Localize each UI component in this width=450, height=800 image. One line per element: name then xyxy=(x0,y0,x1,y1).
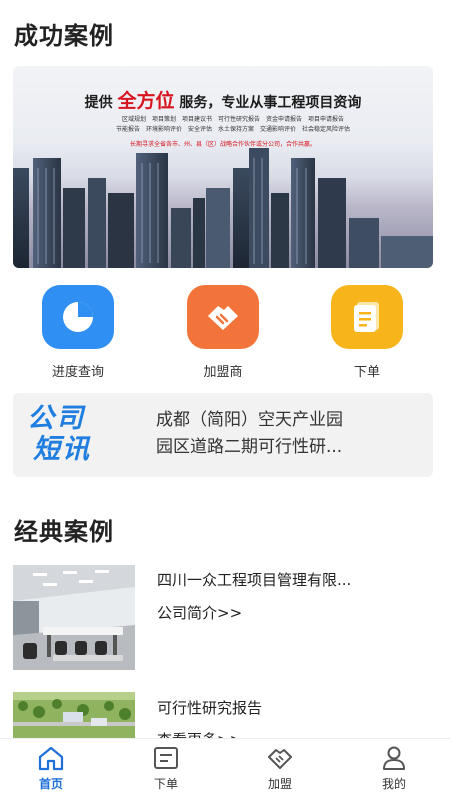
case-image-office[interactable] xyxy=(13,565,135,670)
quick-place-order[interactable]: 下单 xyxy=(325,285,409,380)
banner-highlight: 全方位 xyxy=(117,90,175,112)
banner-headline: 提供 全方位 服务，专业从事工程项目资询 xyxy=(84,90,362,112)
view-more-link[interactable]: 查看更多>> xyxy=(157,729,242,738)
company-profile-link[interactable]: 公司简介>> xyxy=(157,602,242,623)
case-title[interactable]: 可行性研究报告 xyxy=(157,697,427,718)
handshake-icon xyxy=(187,285,259,349)
user-icon xyxy=(383,746,405,770)
handshake-icon xyxy=(268,749,292,769)
company-news-logo: 公司 短讯 xyxy=(27,403,91,465)
banner[interactable]: 提供 全方位 服务，专业从事工程项目资询 区域规划 项目策划 项目建议书 可行性… xyxy=(13,66,433,268)
case-image-park[interactable] xyxy=(13,692,135,738)
city-skyline-image xyxy=(13,148,433,268)
section-title-success: 成功案例 xyxy=(14,22,114,50)
banner-services-line1: 区域规划 项目策划 项目建议书 可行性研究报告 资金申请报告 项目申请报告 xyxy=(121,116,344,123)
order-icon xyxy=(154,747,178,769)
tab-franchise[interactable]: 加盟 xyxy=(250,745,310,792)
tab-home[interactable]: 首页 xyxy=(21,745,81,792)
tab-order[interactable]: 下单 xyxy=(136,745,196,792)
bottom-tab-bar: 首页 下单 加盟 我的 xyxy=(0,738,450,800)
section-title-classic: 经典案例 xyxy=(14,518,114,546)
quick-progress-query[interactable]: 进度查询 xyxy=(36,285,120,380)
pie-chart-icon xyxy=(42,285,114,349)
banner-note: 长期寻求全省各市、州、县（区）战略合作伙伴或分公司，合作共赢。 xyxy=(129,141,316,148)
home-icon xyxy=(38,746,64,771)
quick-franchise[interactable]: 加盟商 xyxy=(181,285,265,380)
case-title[interactable]: 四川一众工程项目管理有限... xyxy=(157,569,427,590)
quick-order-label: 下单 xyxy=(353,365,380,380)
banner-services-line2: 节能报告 环境影响评价 安全评估 水土保持方案 交通影响评价 社会稳定风险评估 xyxy=(115,126,350,133)
company-news-card[interactable]: 公司 短讯 成都（简阳）空天产业园 园区道路二期可行性研... xyxy=(13,393,433,477)
news-headline: 成都（简阳）空天产业园 园区道路二期可行性研... xyxy=(156,410,343,457)
quick-franchise-label: 加盟商 xyxy=(203,365,243,380)
tab-profile[interactable]: 我的 xyxy=(364,745,424,792)
quick-progress-label: 进度查询 xyxy=(51,365,104,380)
document-icon xyxy=(331,285,403,349)
